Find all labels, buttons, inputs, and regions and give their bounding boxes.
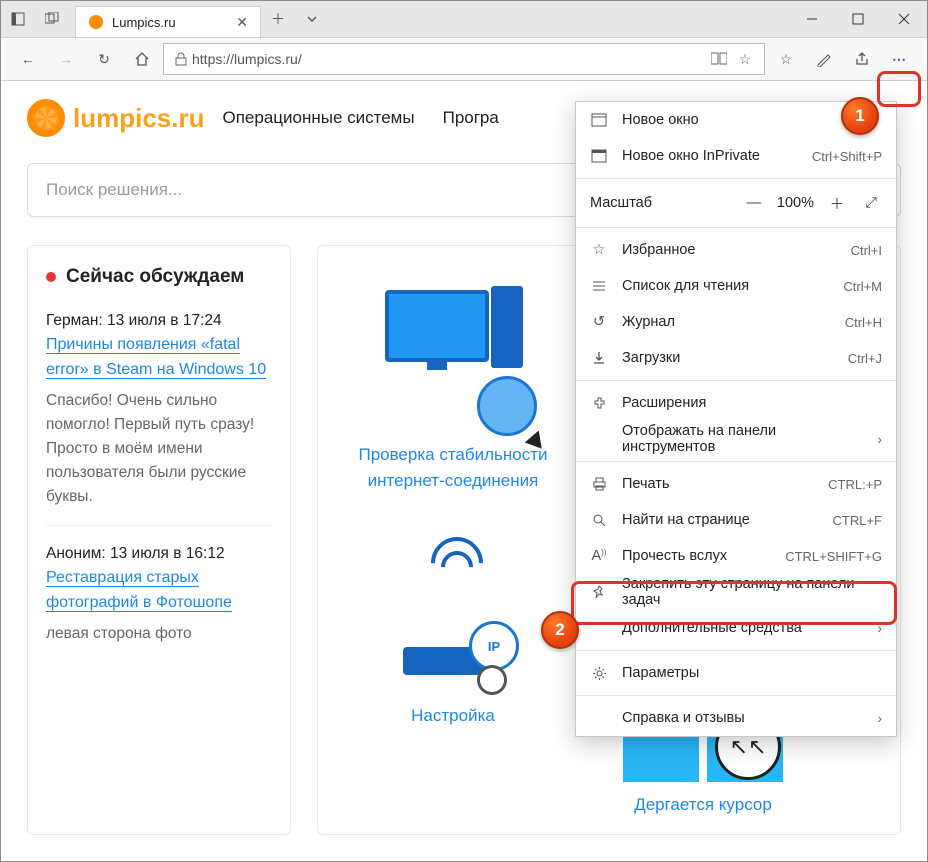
- menu-extensions[interactable]: Расширения: [576, 385, 896, 421]
- menu-separator: [576, 178, 896, 179]
- browser-tab[interactable]: Lumpics.ru ✕: [75, 6, 261, 37]
- card-title: Дергается курсор: [634, 792, 772, 818]
- comment-excerpt: Спасибо! Очень сильно помогло! Первый пу…: [46, 389, 272, 509]
- tab-close-icon[interactable]: ✕: [236, 14, 248, 31]
- chevron-right-icon: ›: [877, 710, 882, 726]
- titlebar: Lumpics.ru ✕ ＋: [1, 1, 927, 38]
- menu-feedback[interactable]: Справка и отзывы›: [576, 700, 896, 736]
- pin-icon: [590, 585, 608, 599]
- show-tabs-icon[interactable]: [35, 1, 69, 37]
- article-card[interactable]: Проверка стабильности интернет-соединени…: [348, 262, 558, 493]
- card-title: Проверка стабильности интернет-соединени…: [348, 442, 558, 493]
- print-icon: [590, 477, 608, 491]
- lock-icon: [170, 52, 192, 66]
- sidebar-item: Аноним: 13 июля в 16:12 Реставрация стар…: [46, 542, 272, 646]
- menu-separator: [576, 380, 896, 381]
- favorites-hub-icon[interactable]: ☆: [769, 43, 803, 75]
- menu-separator: [576, 461, 896, 462]
- live-dot-icon: [46, 272, 56, 282]
- menu-separator: [576, 695, 896, 696]
- comment-excerpt: левая сторона фото: [46, 622, 272, 646]
- menu-separator: [576, 650, 896, 651]
- url-text: https://lumpics.ru/: [192, 51, 706, 67]
- nav-item[interactable]: Операционные системы: [222, 108, 414, 128]
- settings-menu: Новое окно Новое окно InPrivateCtrl+Shif…: [575, 101, 897, 737]
- annotation-marker-1: 1: [841, 97, 879, 135]
- menu-reading-list[interactable]: Список для чтенияCtrl+M: [576, 268, 896, 304]
- browser-window: Lumpics.ru ✕ ＋ ← → ↻ https://lumpics.ru/…: [0, 0, 928, 862]
- fullscreen-button[interactable]: ⤢: [860, 195, 882, 211]
- tab-title: Lumpics.ru: [112, 15, 176, 30]
- annotation-marker-2: 2: [541, 611, 579, 649]
- menu-find[interactable]: Найти на страницеCTRL+F: [576, 502, 896, 538]
- comment-meta: Аноним: 13 июля в 16:12: [46, 542, 272, 566]
- refresh-button[interactable]: ↻: [87, 43, 121, 75]
- inprivate-icon: [590, 149, 608, 163]
- tab-dropdown-icon[interactable]: [295, 1, 329, 37]
- history-icon: ↺: [590, 314, 608, 330]
- minimize-button[interactable]: [789, 1, 835, 37]
- zoom-in-button[interactable]: ＋: [826, 193, 848, 214]
- sidebar-title: Сейчас обсуждаем: [46, 262, 272, 291]
- toolbar: ← → ↻ https://lumpics.ru/ ☆ ☆ ⋯: [1, 38, 927, 81]
- menu-pin-taskbar[interactable]: Закрепить эту страницу на панели задач: [576, 574, 896, 610]
- settings-more-button[interactable]: ⋯: [883, 43, 917, 75]
- menu-more-tools[interactable]: Дополнительные средства›: [576, 610, 896, 646]
- reading-view-icon[interactable]: [706, 52, 732, 66]
- maximize-button[interactable]: [835, 1, 881, 37]
- menu-settings[interactable]: Параметры: [576, 655, 896, 691]
- site-logo[interactable]: lumpics.ru: [27, 99, 204, 137]
- nav-item[interactable]: Програ: [443, 108, 499, 128]
- menu-read-aloud[interactable]: A))Прочесть вслухCTRL+SHIFT+G: [576, 538, 896, 574]
- menu-separator: [576, 227, 896, 228]
- comment-link[interactable]: Реставрация старых фотографий в Фотошопе: [46, 569, 232, 612]
- favorite-star-icon[interactable]: ☆: [732, 51, 758, 68]
- forward-button: →: [49, 43, 83, 75]
- gear-icon: [590, 666, 608, 681]
- notes-icon[interactable]: [807, 43, 841, 75]
- site-nav: Операционные системы Програ: [222, 108, 498, 128]
- sidebar: Сейчас обсуждаем Герман: 13 июля в 17:24…: [27, 245, 291, 835]
- chevron-right-icon: ›: [877, 620, 882, 636]
- menu-favorites[interactable]: ☆ИзбранноеCtrl+I: [576, 232, 896, 268]
- card-illustration: [373, 272, 533, 432]
- back-button[interactable]: ←: [11, 43, 45, 75]
- sidebar-item: Герман: 13 июля в 17:24 Причины появлени…: [46, 309, 272, 509]
- puzzle-icon: [590, 396, 608, 411]
- menu-downloads[interactable]: ЗагрузкиCtrl+J: [576, 340, 896, 376]
- article-card[interactable]: IP Настройка: [348, 523, 558, 729]
- menu-new-inprivate[interactable]: Новое окно InPrivateCtrl+Shift+P: [576, 138, 896, 174]
- zoom-out-button[interactable]: —: [743, 195, 765, 211]
- zoom-value: 100%: [777, 195, 814, 211]
- star-icon: ☆: [590, 242, 608, 258]
- sidebar-title-text: Сейчас обсуждаем: [66, 262, 244, 291]
- tab-favicon: [88, 14, 104, 30]
- download-icon: [590, 351, 608, 365]
- share-icon[interactable]: [845, 43, 879, 75]
- window-icon: [590, 113, 608, 127]
- menu-zoom: Масштаб — 100% ＋ ⤢: [576, 183, 896, 223]
- logo-icon: [27, 99, 65, 137]
- reading-list-icon: [590, 279, 608, 293]
- zoom-label: Масштаб: [590, 195, 731, 211]
- card-title: Настройка: [411, 703, 495, 729]
- search-icon: [590, 513, 608, 527]
- divider: [46, 525, 272, 526]
- comment-link[interactable]: Причины появления «fatal error» в Steam …: [46, 336, 266, 379]
- tabs-aside-icon[interactable]: [1, 1, 35, 37]
- menu-history[interactable]: ↺ЖурналCtrl+H: [576, 304, 896, 340]
- comment-meta: Герман: 13 июля в 17:24: [46, 309, 272, 333]
- read-aloud-icon: A)): [590, 548, 608, 564]
- card-illustration: IP: [373, 533, 533, 693]
- menu-show-in-toolbar[interactable]: Отображать на панели инструментов›: [576, 421, 896, 457]
- close-window-button[interactable]: [881, 1, 927, 37]
- chevron-right-icon: ›: [877, 431, 882, 447]
- home-button[interactable]: [125, 43, 159, 75]
- new-tab-button[interactable]: ＋: [261, 1, 295, 37]
- address-bar[interactable]: https://lumpics.ru/ ☆: [163, 43, 765, 75]
- search-placeholder: Поиск решения...: [46, 180, 182, 199]
- menu-print[interactable]: ПечатьCTRL:+P: [576, 466, 896, 502]
- logo-text: lumpics.ru: [73, 103, 204, 134]
